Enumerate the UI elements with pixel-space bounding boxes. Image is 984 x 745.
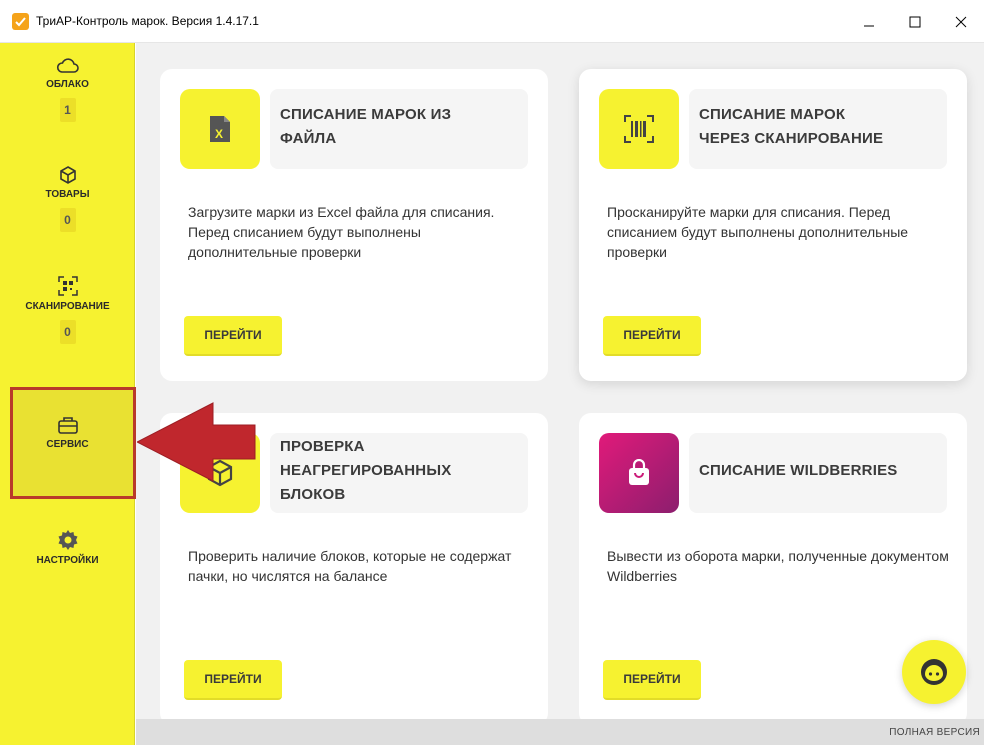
card-title-box: СПИСАНИЕ МАРОК ЧЕРЕЗ СКАНИРОВАНИЕ [689, 89, 947, 169]
sidebar-item-label: СКАНИРОВАНИЕ [25, 301, 110, 312]
sidebar-item-scanning[interactable]: СКАНИРОВАНИЕ 0 [0, 275, 135, 344]
sidebar-item-service[interactable]: СЕРВИС [0, 415, 135, 450]
sidebar: ОБЛАКО 1 ТОВАРЫ 0 СКАНИРОВАНИЕ 0 СЕРВИС … [0, 43, 136, 745]
pointer-arrow-icon [137, 402, 256, 482]
close-icon [955, 16, 967, 27]
status-bar: ПОЛНАЯ ВЕРСИЯ [136, 719, 984, 745]
card-title-line: ПРОВЕРКА [280, 438, 365, 455]
card-description: Просканируйте марки для списания. Перед … [607, 204, 909, 260]
sidebar-item-settings[interactable]: НАСТРОЙКИ [0, 529, 135, 566]
go-button[interactable]: ПЕРЕЙТИ [603, 316, 701, 356]
sidebar-item-label: ТОВАРЫ [45, 189, 90, 200]
card-title-line: ЧЕРЕЗ СКАНИРОВАНИЕ [699, 130, 884, 147]
excel-file-icon-tile: X [180, 89, 260, 169]
card-title-line: ФАЙЛА [280, 130, 337, 147]
shopping-bag-icon [629, 459, 649, 485]
main-content: X СПИСАНИЕ МАРОК ИЗ ФАЙЛА Загрузите марк… [136, 43, 984, 725]
card-scan-writeoff: СПИСАНИЕ МАРОК ЧЕРЕЗ СКАНИРОВАНИЕ Проска… [579, 69, 967, 381]
card-title-line: БЛОКОВ [280, 486, 346, 503]
shopping-bag-icon-tile [599, 433, 679, 513]
title-bar: ТриАР-Контроль марок. Версия 1.4.17.1 [0, 0, 984, 43]
sidebar-item-label: НАСТРОЙКИ [36, 555, 99, 566]
card-description: Проверить наличие блоков, которые не сод… [188, 548, 512, 584]
cloud-icon [56, 58, 79, 73]
minimize-icon [864, 25, 874, 26]
sidebar-item-label: ОБЛАКО [46, 79, 89, 90]
maximize-icon [909, 16, 921, 27]
minimize-button[interactable] [846, 0, 892, 43]
gear-icon [58, 530, 77, 550]
card-title-line: СПИСАНИЕ WILDBERRIES [699, 462, 898, 479]
card-description: Загрузите марки из Excel файла для списа… [188, 204, 495, 260]
card-title-box: СПИСАНИЕ WILDBERRIES [689, 433, 947, 513]
go-button[interactable]: ПЕРЕЙТИ [184, 660, 282, 700]
scanning-count-badge: 0 [59, 320, 76, 344]
barcode-scan-icon [624, 115, 654, 143]
card-title-box: ПРОВЕРКА НЕАГРЕГИРОВАННЫХ БЛОКОВ [270, 433, 528, 513]
support-chat-button[interactable] [902, 640, 966, 704]
excel-file-icon: X [210, 116, 230, 142]
close-button[interactable] [938, 0, 984, 43]
card-description: Вывести из оборота марки, полученные док… [607, 548, 949, 584]
go-button[interactable]: ПЕРЕЙТИ [603, 660, 701, 700]
cloud-count-badge: 1 [59, 98, 76, 122]
maximize-button[interactable] [892, 0, 938, 43]
goods-count-badge: 0 [59, 208, 76, 232]
qr-scan-icon [57, 276, 78, 296]
window-title: ТриАР-Контроль марок. Версия 1.4.17.1 [36, 14, 259, 28]
support-face-icon [921, 659, 947, 685]
go-button[interactable]: ПЕРЕЙТИ [184, 316, 282, 356]
sidebar-item-cloud[interactable]: ОБЛАКО 1 [0, 55, 135, 122]
version-status-text: ПОЛНАЯ ВЕРСИЯ [889, 727, 980, 738]
toolbox-icon [57, 417, 78, 434]
box-icon [59, 166, 76, 184]
sidebar-item-label: СЕРВИС [46, 439, 89, 450]
barcode-scan-icon-tile [599, 89, 679, 169]
card-file-writeoff: X СПИСАНИЕ МАРОК ИЗ ФАЙЛА Загрузите марк… [160, 69, 548, 381]
card-title-line: НЕАГРЕГИРОВАННЫХ [280, 462, 452, 479]
card-title-box: СПИСАНИЕ МАРОК ИЗ ФАЙЛА [270, 89, 528, 169]
sidebar-item-goods[interactable]: ТОВАРЫ 0 [0, 165, 135, 232]
app-logo-icon [12, 13, 29, 30]
svg-text:X: X [215, 127, 223, 141]
card-title-line: СПИСАНИЕ МАРОК [699, 106, 846, 123]
card-title-line: СПИСАНИЕ МАРОК ИЗ [280, 106, 452, 123]
